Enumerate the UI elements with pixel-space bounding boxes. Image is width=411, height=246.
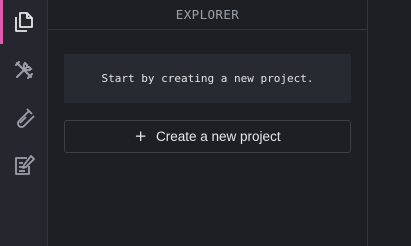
explorer-header: EXPLORER [48,0,367,30]
files-icon [14,12,33,32]
activity-item-explorer[interactable] [0,0,47,44]
plus-icon: + [134,127,147,145]
explorer-title: EXPLORER [175,7,240,22]
explorer-panel: EXPLORER Start by creating a new project… [48,0,368,246]
activity-item-docs[interactable] [0,143,47,187]
edit-document-icon [14,155,35,175]
editor-area [368,0,411,246]
activity-item-test[interactable] [0,96,47,140]
create-project-label: Create a new project [156,129,281,144]
create-project-button[interactable]: + Create a new project [64,120,351,153]
activity-item-tools[interactable] [0,48,47,92]
empty-state-text: Start by creating a new project. [101,72,314,85]
activity-bar [0,0,48,246]
flask-icon [16,108,35,128]
empty-state-notice: Start by creating a new project. [64,54,351,103]
tools-icon [14,61,33,79]
